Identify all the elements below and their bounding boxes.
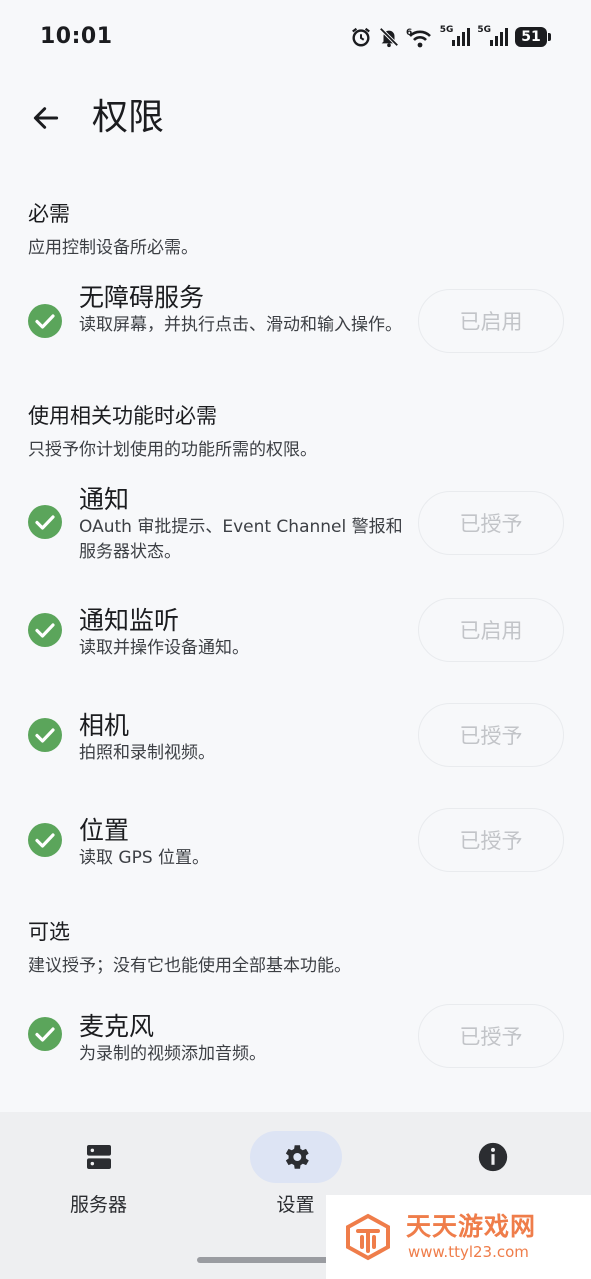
permission-desc: 读取并操作设备通知。	[79, 638, 249, 658]
permission-row-microphone: 麦克风 为录制的视频添加音频。 已授予	[0, 1004, 591, 1077]
status-time: 10:01	[40, 24, 113, 49]
signal-5g-icon: 5G	[440, 25, 472, 49]
section-desc-required: 应用控制设备所必需。	[28, 238, 198, 258]
section-desc-feature: 只授予你计划使用的功能所需的权限。	[28, 440, 317, 460]
battery-icon: 51	[515, 27, 551, 47]
watermark-logo-icon	[346, 1213, 390, 1261]
section-desc-optional: 建议授予；没有它也能使用全部基本功能。	[28, 956, 351, 976]
arrow-back-icon	[33, 107, 59, 129]
camera-status-button[interactable]: 已授予	[418, 703, 564, 767]
battery-level: 51	[515, 27, 547, 47]
wifi-6-icon: 6	[406, 25, 434, 49]
gear-icon	[285, 1145, 309, 1169]
section-title-required: 必需	[28, 202, 70, 226]
permission-row-location: 位置 读取 GPS 位置。 已授予	[0, 808, 591, 881]
accessibility-status-button[interactable]: 已启用	[418, 289, 564, 353]
check-circle-icon	[28, 304, 62, 338]
permission-row-notification-listener: 通知监听 读取并操作设备通知。 已启用	[0, 598, 591, 671]
signal-5g-icon: 5G	[477, 25, 509, 49]
permission-desc: OAuth 审批提示、Event Channel 警报和服务器状态。	[79, 517, 403, 562]
watermark-url: www.ttyl23.com	[408, 1243, 529, 1261]
location-status-button[interactable]: 已授予	[418, 808, 564, 872]
permission-title: 麦克风	[79, 1012, 155, 1041]
check-circle-icon	[28, 718, 62, 752]
app-bar: 权限	[0, 76, 591, 160]
check-circle-icon	[28, 823, 62, 857]
nav-icon-container	[53, 1131, 145, 1183]
nav-icon-container	[447, 1131, 539, 1183]
nav-label: 服务器	[69, 1194, 127, 1216]
permission-row-notifications: 通知 OAuth 审批提示、Event Channel 警报和服务器状态。 已授…	[0, 480, 591, 570]
nav-item-servers[interactable]: 服务器	[0, 1112, 197, 1279]
watermark: 天天游戏网 www.ttyl23.com	[326, 1195, 591, 1279]
permission-row-accessibility: 无障碍服务 读取屏幕，并执行点击、滑动和输入操作。 已启用	[0, 278, 591, 368]
permission-title: 通知	[79, 485, 130, 514]
alarm-icon	[350, 25, 372, 49]
permission-title: 相机	[79, 711, 130, 740]
permission-desc: 读取 GPS 位置。	[79, 848, 210, 868]
permission-title: 位置	[79, 816, 130, 845]
nav-icon-container-active	[249, 1131, 342, 1183]
page-title: 权限	[92, 97, 165, 138]
notifications-status-button[interactable]: 已授予	[418, 491, 564, 555]
section-title-optional: 可选	[28, 920, 70, 944]
network-type-label: 5G	[477, 24, 491, 35]
permission-desc: 拍照和录制视频。	[79, 743, 215, 763]
check-circle-icon	[28, 613, 62, 647]
status-icons: 6 5G 5G 51	[350, 25, 551, 49]
permission-desc: 读取屏幕，并执行点击、滑动和输入操作。	[79, 315, 402, 335]
network-type-label: 5G	[439, 24, 454, 35]
bell-off-icon	[378, 25, 400, 49]
section-title-feature: 使用相关功能时必需	[28, 404, 217, 428]
permission-title: 无障碍服务	[79, 283, 205, 312]
back-button[interactable]	[22, 94, 70, 142]
status-bar: 10:01 6 5G 5G 51	[0, 0, 591, 76]
server-icon	[86, 1145, 111, 1169]
permission-desc: 为录制的视频添加音频。	[79, 1044, 266, 1064]
check-circle-icon	[28, 505, 62, 539]
permission-title: 通知监听	[79, 606, 180, 635]
info-icon	[478, 1142, 507, 1172]
microphone-status-button[interactable]: 已授予	[418, 1004, 564, 1068]
permission-row-camera: 相机 拍照和录制视频。 已授予	[0, 703, 591, 776]
watermark-title: 天天游戏网	[406, 1212, 537, 1241]
check-circle-icon	[28, 1017, 62, 1051]
notification-listener-status-button[interactable]: 已启用	[418, 598, 564, 662]
